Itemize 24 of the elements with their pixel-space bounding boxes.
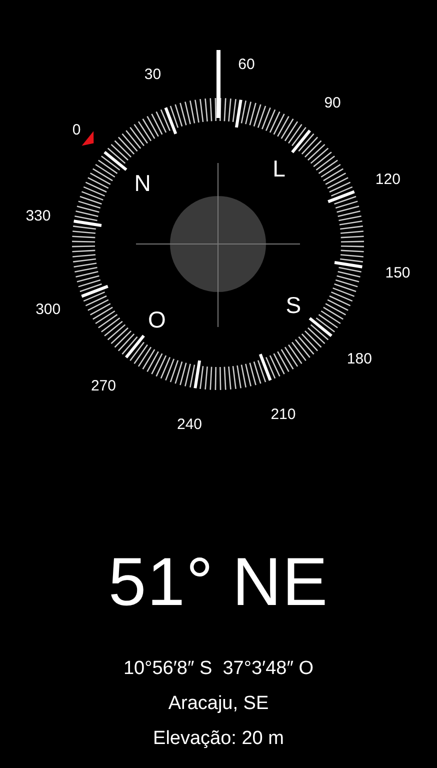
location-text: Aracaju, SE [168,692,269,716]
cardinal-label: L [272,156,286,182]
heading-direction: NE [232,543,329,622]
cardinal-label: S [286,292,302,318]
degree-label: 30 [144,66,162,84]
elevation-text: Elevação: 20 m [153,727,284,751]
degree-label: 270 [90,377,116,394]
degree-label: 210 [270,406,296,423]
degree-label: 150 [385,264,410,282]
cardinal-label: O [148,306,166,332]
degree-label: 120 [375,170,400,188]
degree-label: 330 [26,208,51,225]
level-bubble-icon [170,196,266,292]
coordinates-text: 10°56′8″ S 37°3′48″ O [123,657,314,681]
degree-label: 180 [346,350,372,368]
cardinal-label: N [134,170,151,196]
degree-label: 90 [324,94,341,112]
degree-label: 60 [238,56,255,74]
degree-label: 240 [177,416,202,433]
heading-degrees: 51° [108,543,214,622]
degree-label: 300 [36,301,61,318]
north-marker-icon [82,131,94,146]
crosshair-icon [136,162,300,328]
degree-label: 0 [72,121,81,138]
